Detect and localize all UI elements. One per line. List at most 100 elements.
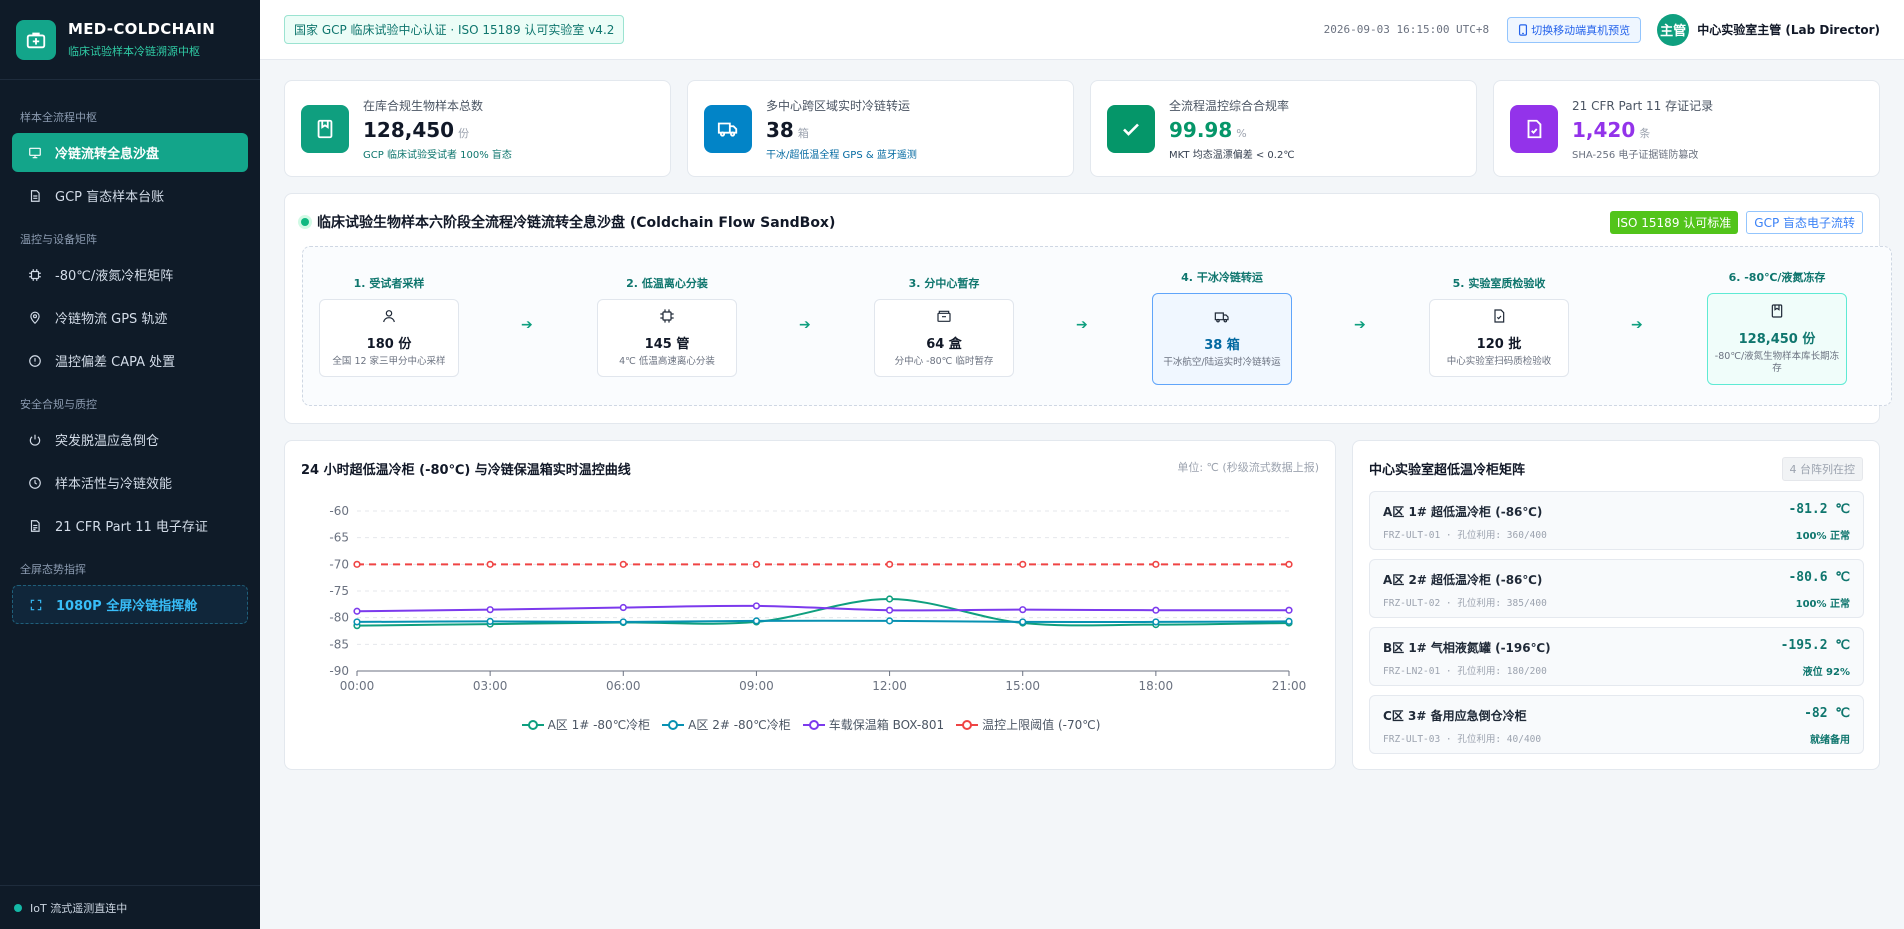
data-point <box>885 560 894 568</box>
file-text-icon <box>27 518 43 534</box>
freezer-card[interactable]: A区 2# 超低温冷柜 (-86℃) FRZ-ULT-02 · 孔位利用: 38… <box>1369 559 1864 618</box>
storage-box-icon <box>301 104 349 153</box>
truck-icon <box>704 104 752 153</box>
kpi-value: 1,420 <box>1572 117 1636 142</box>
flow-stage-qc[interactable]: 5. 实验室质检验收 120 批 中心实验室扫码质检验收 <box>1429 275 1569 377</box>
chip-icon <box>27 267 43 283</box>
sidebar-item-evidence[interactable]: 21 CFR Part 11 电子存证 <box>12 506 248 545</box>
sidebar-item-coldchain-sandbox[interactable]: 冷链流转全息沙盘 <box>12 133 248 172</box>
data-point <box>486 606 494 614</box>
sidebar-item-label: 样本活性与冷链效能 <box>55 477 173 492</box>
monitor-icon <box>27 145 43 161</box>
clock-icon <box>27 475 43 491</box>
timestamp: 2026-09-03 16:15:00 UTC+8 <box>1323 23 1490 36</box>
freezer-matrix-panel: 中心实验室超低温冷柜矩阵 4 台阵列在控 A区 1# 超低温冷柜 (-86℃) … <box>1352 440 1880 770</box>
freezer-temp: -80.6 ℃ <box>1788 570 1850 585</box>
connection-status: IoT 流式遥测直连中 <box>30 901 128 915</box>
sidebar-item-emergency-transfer[interactable]: 突发脱温应急倒仓 <box>12 420 248 459</box>
stage-desc: -80℃/液氮生物样本库长期冻存 <box>1714 351 1840 374</box>
flow-stage-temp-storage[interactable]: 3. 分中心暂存 64 盒 分中心 -80℃ 临时暂存 <box>874 275 1014 377</box>
freezer-card[interactable]: C区 3# 备用应急倒仓冷柜 FRZ-ULT-03 · 孔位利用: 40/400… <box>1369 695 1864 754</box>
data-point <box>353 618 361 626</box>
freezer-code: FRZ-ULT-01 · 孔位利用: 360/400 <box>1383 530 1547 541</box>
stage-label: 3. 分中心暂存 <box>908 277 980 290</box>
x-tick-label: 18:00 <box>1139 679 1174 693</box>
legend-item[interactable]: A区 2# -80℃冷柜 <box>662 716 791 733</box>
mobile-preview-label: 切换移动端真机预览 <box>1531 23 1631 37</box>
sidebar-item-sample-activity[interactable]: 样本活性与冷链效能 <box>12 463 248 502</box>
sidebar-item-label: 突发脱温应急倒仓 <box>55 434 160 449</box>
kpi-label: 在库合规生物样本总数 <box>363 98 484 113</box>
series-line-2 <box>356 604 1290 613</box>
stage-value: 120 批 <box>1476 337 1522 353</box>
data-point <box>752 602 761 610</box>
sidebar-item-freezer-matrix[interactable]: -80℃/液氮冷柜矩阵 <box>12 255 248 294</box>
sidebar-item-fullscreen-command[interactable]: 1080P 全屏冷链指挥舱 <box>12 585 248 624</box>
freezer-card[interactable]: B区 1# 气相液氮罐 (-196℃) FRZ-LN2-01 · 孔位利用: 1… <box>1369 627 1864 686</box>
legend-item[interactable]: 温控上限阈值 (-70℃) <box>956 716 1100 733</box>
series-line-1 <box>356 619 1290 624</box>
data-point <box>486 560 494 568</box>
sidebar-item-gps-track[interactable]: 冷链物流 GPS 轨迹 <box>12 298 248 337</box>
stage-desc: 分中心 -80℃ 临时暂存 <box>894 356 994 368</box>
sidebar-item-label: 21 CFR Part 11 电子存证 <box>55 520 208 535</box>
data-point <box>353 607 361 615</box>
stage-desc: 干冰航空/陆运实时冷链转运 <box>1163 357 1281 369</box>
freezer-name: A区 2# 超低温冷柜 (-86℃) <box>1383 573 1543 587</box>
freezer-card[interactable]: A区 1# 超低温冷柜 (-86℃) FRZ-ULT-01 · 孔位利用: 36… <box>1369 491 1864 550</box>
user-icon <box>381 308 397 328</box>
data-point <box>1152 606 1160 614</box>
x-tick-label: 09:00 <box>739 679 774 693</box>
nav-group-title: 全屏态势指挥 <box>20 563 86 576</box>
stage-value: 128,450 份 <box>1738 332 1816 348</box>
freezer-code: FRZ-ULT-03 · 孔位利用: 40/400 <box>1383 734 1542 745</box>
freezer-code: FRZ-ULT-02 · 孔位利用: 385/400 <box>1383 598 1547 609</box>
flow-arrow-icon: ➔ <box>1631 317 1643 333</box>
flow-arrow-icon: ➔ <box>521 317 533 333</box>
temperature-chart-panel: 24 小时超低温冷柜 (-80℃) 与冷链保温箱实时温控曲线 单位: ℃ (秒级… <box>284 440 1336 770</box>
sidebar-footer: IoT 流式遥测直连中 <box>0 885 260 929</box>
chart-unit-note: 单位: ℃ (秒级流式数据上报) <box>1177 461 1319 474</box>
file-check-icon <box>1510 104 1558 153</box>
data-point <box>1019 618 1027 626</box>
stage-label: 5. 实验室质检验收 <box>1452 277 1546 290</box>
kpi-note: GCP 临床试验受试者 100% 盲态 <box>363 149 512 161</box>
data-point <box>752 560 761 568</box>
chart-title: 24 小时超低温冷柜 (-80℃) 与冷链保温箱实时温控曲线 <box>301 463 631 478</box>
flow-stage-centrifuge[interactable]: 2. 低温离心分装 145 管 4℃ 低温高速离心分装 <box>597 275 737 377</box>
flow-stage-transport[interactable]: 4. 干冰冷链转运 38 箱 干冰航空/陆运实时冷链转运 <box>1152 269 1292 385</box>
legend-label: 车载保温箱 BOX-801 <box>828 718 945 732</box>
data-point <box>619 603 627 612</box>
x-tick-label: 15:00 <box>1005 679 1040 693</box>
freezer-status: 100% 正常 <box>1795 599 1850 610</box>
sidebar-item-label: 冷链流转全息沙盘 <box>55 147 160 162</box>
check-icon <box>1107 104 1155 153</box>
x-tick-label: 03:00 <box>473 679 508 693</box>
user-name[interactable]: 中心实验室主管 (Lab Director) <box>1697 21 1880 38</box>
sidebar-item-label: -80℃/液氮冷柜矩阵 <box>55 269 174 284</box>
stage-desc: 4℃ 低温高速离心分装 <box>619 356 715 368</box>
flow-stages: 1. 受试者采样 180 份 全国 12 家三甲分中心采样 ➔ 2. 低温离心分… <box>302 246 1892 406</box>
file-check-icon <box>1491 308 1507 328</box>
sidebar-item-capa[interactable]: 温控偏差 CAPA 处置 <box>12 341 248 380</box>
kpi-note: SHA-256 电子证据链防篡改 <box>1572 149 1699 161</box>
kpi-label: 全流程温控综合合规率 <box>1169 98 1290 113</box>
freezer-temp: -81.2 ℃ <box>1788 502 1850 517</box>
brand-title: MED-COLDCHAIN <box>68 20 216 38</box>
legend-label: 温控上限阈值 (-70℃) <box>982 718 1101 732</box>
kpi-label: 多中心跨区域实时冷链转运 <box>766 98 911 113</box>
brand: MED-COLDCHAIN 临床试验样本冷链溯源中枢 <box>0 0 260 80</box>
data-point <box>885 595 894 603</box>
avatar[interactable]: 主管 <box>1657 13 1690 46</box>
legend-item[interactable]: A区 1# -80℃冷柜 <box>521 716 650 733</box>
flow-stage-cryo[interactable]: 6. -80℃/液氮冻存 128,450 份 -80℃/液氮生物样本库长期冻存 <box>1707 269 1847 385</box>
freezer-status: 100% 正常 <box>1795 531 1850 542</box>
legend-item[interactable]: 车载保温箱 BOX-801 <box>802 716 945 733</box>
x-tick-label: 12:00 <box>872 679 907 693</box>
medical-kit-icon <box>16 19 56 60</box>
stage-label: 1. 受试者采样 <box>353 277 425 290</box>
stage-label: 6. -80℃/液氮冻存 <box>1728 271 1826 284</box>
flow-stage-sampling[interactable]: 1. 受试者采样 180 份 全国 12 家三甲分中心采样 <box>319 275 459 377</box>
sidebar-item-gcp-ledger[interactable]: GCP 盲态样本台账 <box>12 176 248 215</box>
mobile-preview-button[interactable]: 切换移动端真机预览 <box>1507 16 1642 43</box>
